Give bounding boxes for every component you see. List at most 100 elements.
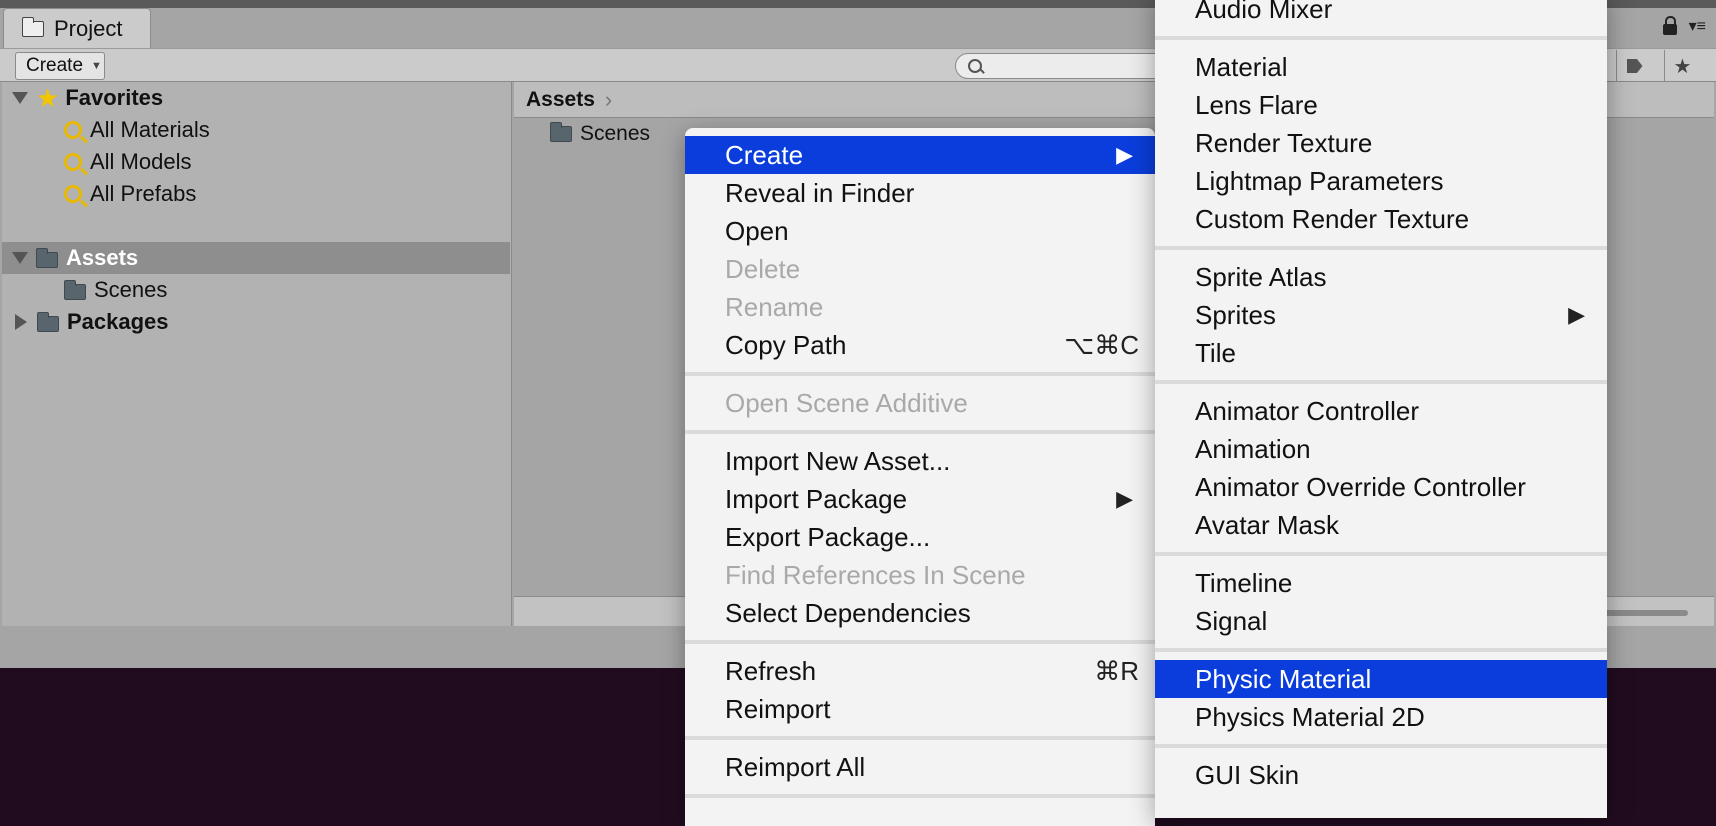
create-submenu-item-custom-render-texture[interactable]: Custom Render Texture — [1155, 200, 1607, 238]
expand-triangle-icon[interactable] — [12, 252, 28, 264]
create-submenu-item-physics-material-2d[interactable]: Physics Material 2D — [1155, 698, 1607, 736]
menu-separator — [1155, 648, 1607, 652]
tree-item-all-materials[interactable]: All Materials — [64, 114, 210, 146]
menu-separator — [1155, 744, 1607, 748]
context-menu-item-export-package[interactable]: Export Package... — [685, 518, 1155, 556]
expand-triangle-icon[interactable] — [12, 92, 28, 104]
context-menu: Create ▶ Reveal in Finder Open Delete Rename C… — [685, 128, 1155, 826]
tab-project[interactable]: Project — [3, 8, 151, 48]
menu-item-label: Sprites — [1195, 300, 1276, 330]
tree-item-scenes[interactable]: Scenes — [64, 274, 167, 306]
context-menu-item-open-scene-additive: Open Scene Additive — [685, 384, 1155, 422]
create-submenu-item-render-texture[interactable]: Render Texture — [1155, 124, 1607, 162]
menu-item-label: Tile — [1195, 338, 1236, 368]
context-menu-item-create[interactable]: Create ▶ — [685, 136, 1155, 174]
menu-separator — [685, 640, 1155, 644]
menu-item-label: Animator Override Controller — [1195, 472, 1526, 502]
menu-item-label: Material — [1195, 52, 1288, 82]
folder-icon — [22, 16, 44, 37]
tree-label: All Prefabs — [90, 181, 197, 206]
folder-icon — [64, 280, 86, 300]
menu-item-label: Timeline — [1195, 568, 1293, 598]
context-menu-item-refresh[interactable]: Refresh ⌘R — [685, 652, 1155, 690]
tag-icon — [1626, 59, 1643, 73]
breadcrumb-assets[interactable]: Assets — [526, 88, 595, 112]
submenu-arrow-icon: ▶ — [1116, 142, 1133, 167]
menu-item-shortcut: ⌥⌘C — [1064, 330, 1139, 360]
tree-label: All Materials — [90, 117, 210, 142]
create-submenu-item-physic-material[interactable]: Physic Material — [1155, 660, 1607, 698]
submenu-arrow-icon: ▶ — [1568, 302, 1585, 327]
menu-item-label: Avatar Mask — [1195, 510, 1340, 540]
search-icon — [968, 59, 982, 73]
menu-separator — [685, 430, 1155, 434]
lock-icon[interactable] — [1662, 15, 1677, 35]
create-dropdown-button[interactable]: Create ▼ — [15, 52, 105, 80]
tab-menu-icon[interactable]: ▾≡ — [1689, 16, 1706, 36]
menu-item-label: Sprite Atlas — [1195, 262, 1327, 292]
create-submenu-item-sprites[interactable]: Sprites ▶ — [1155, 296, 1607, 334]
context-menu-item-reimport[interactable]: Reimport — [685, 690, 1155, 728]
tree-item-favorites[interactable]: ★ Favorites — [12, 82, 163, 114]
create-submenu: Audio Mixer Material Lens Flare Render Text… — [1155, 0, 1607, 818]
folder-icon — [37, 312, 59, 332]
context-menu-item-rename: Rename — [685, 288, 1155, 326]
create-submenu-item-audio-mixer[interactable]: Audio Mixer — [1155, 0, 1607, 28]
label-filter-button[interactable] — [1616, 50, 1652, 82]
collapse-triangle-icon[interactable] — [15, 314, 27, 330]
tree-item-packages[interactable]: Packages — [12, 306, 169, 338]
create-submenu-item-sprite-atlas[interactable]: Sprite Atlas — [1155, 258, 1607, 296]
tree-item-all-models[interactable]: All Models — [64, 146, 191, 178]
menu-item-label: Find References In Scene — [725, 560, 1026, 590]
create-submenu-item-lightmap-parameters[interactable]: Lightmap Parameters — [1155, 162, 1607, 200]
menu-item-label: Render Texture — [1195, 128, 1373, 158]
menu-item-label: Rename — [725, 292, 824, 322]
menu-item-label: Custom Render Texture — [1195, 204, 1470, 234]
context-menu-item-open[interactable]: Open — [685, 212, 1155, 250]
tree-item-assets[interactable]: Assets — [2, 242, 510, 274]
create-submenu-item-timeline[interactable]: Timeline — [1155, 564, 1607, 602]
tree-label: Favorites — [65, 85, 164, 110]
search-filter-icon — [64, 185, 82, 203]
context-menu-item-reveal-in-finder[interactable]: Reveal in Finder — [685, 174, 1155, 212]
menu-item-label: GUI Skin — [1195, 760, 1300, 790]
menu-item-label: Open Scene Additive — [725, 388, 968, 418]
search-filter-icon — [64, 153, 82, 171]
create-submenu-item-lens-flare[interactable]: Lens Flare — [1155, 86, 1607, 124]
menu-item-label: Import Package — [725, 484, 908, 514]
tree-label: Scenes — [94, 277, 168, 302]
menu-item-label: Reveal in Finder — [725, 178, 915, 208]
create-submenu-item-tile[interactable]: Tile — [1155, 334, 1607, 372]
create-submenu-item-avatar-mask[interactable]: Avatar Mask — [1155, 506, 1607, 544]
submenu-arrow-icon: ▶ — [1116, 486, 1133, 511]
asset-item-scenes[interactable]: Scenes — [550, 122, 650, 146]
menu-item-label: Physics Material 2D — [1195, 702, 1425, 732]
create-submenu-item-animation[interactable]: Animation — [1155, 430, 1607, 468]
tree-item-all-prefabs[interactable]: All Prefabs — [64, 178, 196, 210]
menu-item-label: Lightmap Parameters — [1195, 166, 1444, 196]
tab-controls: ▾≡ — [1662, 15, 1706, 36]
context-menu-item-reimport-all[interactable]: Reimport All — [685, 748, 1155, 786]
menu-item-label: Reimport All — [725, 752, 866, 782]
favorite-filter-button[interactable]: ★ — [1664, 50, 1700, 82]
context-menu-item-copy-path[interactable]: Copy Path ⌥⌘C — [685, 326, 1155, 364]
menu-item-label: Delete — [725, 254, 801, 284]
menu-item-label: Select Dependencies — [725, 598, 971, 628]
create-submenu-item-material[interactable]: Material — [1155, 48, 1607, 86]
menu-separator — [685, 372, 1155, 376]
context-menu-item-find-references-in-scene: Find References In Scene — [685, 556, 1155, 594]
context-menu-item-select-dependencies[interactable]: Select Dependencies — [685, 594, 1155, 632]
create-submenu-item-gui-skin[interactable]: GUI Skin — [1155, 756, 1607, 794]
menu-item-label: Animator Controller — [1195, 396, 1419, 426]
menu-item-label: Refresh — [725, 656, 817, 686]
create-submenu-item-animator-override-controller[interactable]: Animator Override Controller — [1155, 468, 1607, 506]
context-menu-item-import-package[interactable]: Import Package ▶ — [685, 480, 1155, 518]
create-button-label: Create — [26, 55, 84, 76]
create-submenu-item-signal[interactable]: Signal — [1155, 602, 1607, 640]
context-menu-item-delete: Delete — [685, 250, 1155, 288]
menu-item-label: Create — [725, 140, 804, 170]
create-submenu-item-animator-controller[interactable]: Animator Controller — [1155, 392, 1607, 430]
context-menu-item-import-new-asset[interactable]: Import New Asset... — [685, 442, 1155, 480]
menu-item-label: Open — [725, 216, 789, 246]
menu-separator — [1155, 552, 1607, 556]
